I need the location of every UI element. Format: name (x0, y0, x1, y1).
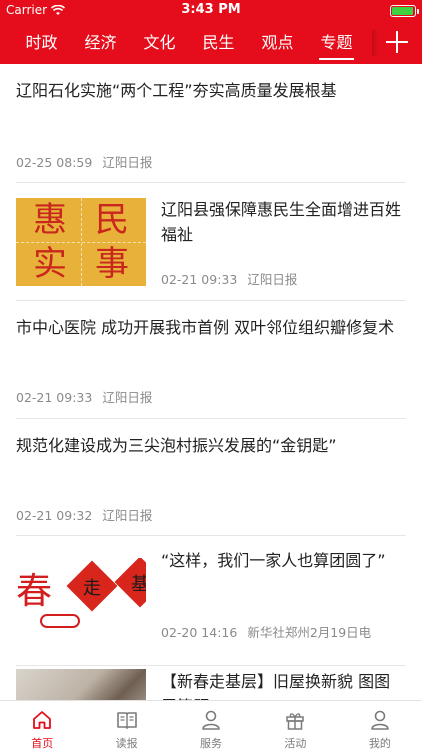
tab-home[interactable]: 首页 (0, 701, 84, 750)
article-title: 【新春走基层】旧屋换新貌 图图层篇题 (161, 672, 391, 700)
article-meta: 02-20 14:16 新华社郑州2月19日电 (161, 622, 371, 641)
thumbnail-char: 基 (131, 574, 146, 595)
tab-label: 服务 (200, 737, 223, 750)
gift-icon (286, 713, 305, 730)
app-header: Carrier 3:43 PM 时政 经济 文化 民生 观点 专题 (0, 0, 422, 64)
article-item[interactable]: 规范化建设成为三尖泡村振兴发展的“金钥匙” 02-21 09:32 辽阳日报 (16, 419, 406, 536)
article-meta: 02-21 09:32 辽阳日报 (16, 505, 152, 524)
channel-tab[interactable]: 专题 (307, 22, 366, 64)
channel-tab[interactable]: 民生 (189, 22, 248, 64)
tab-label: 首页 (31, 737, 54, 750)
channel-tab[interactable]: 经济 (71, 22, 130, 64)
article-title: 辽阳县强保障惠民生全面增进百姓福祉 (161, 200, 402, 244)
article-item[interactable]: 惠 民 实 事 辽阳县强保障惠民生全面增进百姓福祉 02-21 09:33 辽阳日… (16, 183, 406, 301)
article-time: 02-21 09:33 (16, 390, 93, 405)
article-source: 辽阳日报 (102, 390, 153, 405)
user-icon (371, 710, 389, 730)
article-item[interactable]: 【新春走基层】旧屋换新貌 图图层篇题 (16, 666, 406, 700)
article-title: 市中心医院 成功开展我市首例 双叶邻位组织瓣修复术 (16, 318, 395, 337)
add-channel-icon[interactable] (386, 31, 408, 53)
thumbnail-char: 事 (95, 244, 129, 284)
tab-label: 活动 (284, 737, 307, 750)
article-thumbnail (16, 669, 146, 700)
status-bar: Carrier 3:43 PM (0, 0, 422, 22)
article-time: 02-21 09:32 (16, 508, 93, 523)
article-thumbnail: 春 走 基 (16, 558, 146, 646)
article-item[interactable]: 市中心医院 成功开展我市首例 双叶邻位组织瓣修复术 02-21 09:33 辽阳日… (16, 301, 406, 419)
article-meta: 02-25 08:59 辽阳日报 (16, 152, 152, 171)
article-time: 02-25 08:59 (16, 155, 93, 170)
thumbnail-char: 实 (33, 244, 67, 284)
book-icon (116, 712, 137, 729)
thumbnail-char: 民 (95, 200, 129, 240)
tab-label: 我的 (368, 737, 391, 750)
article-meta: 02-21 09:33 辽阳日报 (161, 269, 297, 288)
article-meta: 02-21 09:33 辽阳日报 (16, 387, 152, 406)
thumbnail-char: 走 (83, 578, 101, 599)
channel-tab[interactable]: 文化 (130, 22, 189, 64)
nav-divider (372, 30, 378, 56)
article-item[interactable]: 辽阳石化实施“两个工程”夯实高质量发展根基 02-25 08:59 辽阳日报 (16, 64, 406, 183)
thumbnail-char: 惠 (33, 200, 67, 240)
tab-read-paper[interactable]: 读报 (84, 701, 168, 750)
article-source: 辽阳日报 (102, 155, 153, 170)
article-source: 新华社郑州2月19日电 (247, 625, 372, 640)
channel-tabs: 时政 经济 文化 民生 观点 专题 (0, 22, 366, 64)
channel-nav: 时政 经济 文化 民生 观点 专题 (0, 22, 422, 64)
article-source: 辽阳日报 (247, 272, 298, 287)
tab-label: 读报 (115, 737, 138, 750)
tab-activity[interactable]: 活动 (253, 701, 337, 750)
article-source: 辽阳日报 (102, 508, 153, 523)
channel-tab[interactable]: 时政 (12, 22, 71, 64)
article-time: 02-21 09:33 (161, 272, 238, 287)
article-thumbnail: 惠 民 实 事 (16, 198, 146, 286)
bottom-tab-bar: 首页 读报 服务 活动 我的 (0, 700, 422, 750)
article-title: 规范化建设成为三尖泡村振兴发展的“金钥匙” (16, 436, 337, 455)
tab-mine[interactable]: 我的 (338, 701, 422, 750)
article-title: 辽阳石化实施“两个工程”夯实高质量发展根基 (16, 81, 337, 100)
home-icon (33, 711, 52, 729)
person-icon (202, 710, 220, 730)
thumbnail-char: 春 (16, 571, 53, 612)
article-title: “这样，我们一家人也算团圆了” (161, 551, 386, 570)
status-time: 3:43 PM (181, 2, 241, 17)
tab-service[interactable]: 服务 (169, 701, 253, 750)
article-item[interactable]: 春 走 基 “这样，我们一家人也算团圆了” 02-20 14:16 新华社郑州2月… (16, 536, 406, 666)
channel-tab[interactable]: 观点 (248, 22, 307, 64)
battery-icon (390, 5, 419, 17)
article-list[interactable]: 辽阳石化实施“两个工程”夯实高质量发展根基 02-25 08:59 辽阳日报 惠 … (0, 64, 422, 700)
article-time: 02-20 14:16 (161, 625, 238, 640)
